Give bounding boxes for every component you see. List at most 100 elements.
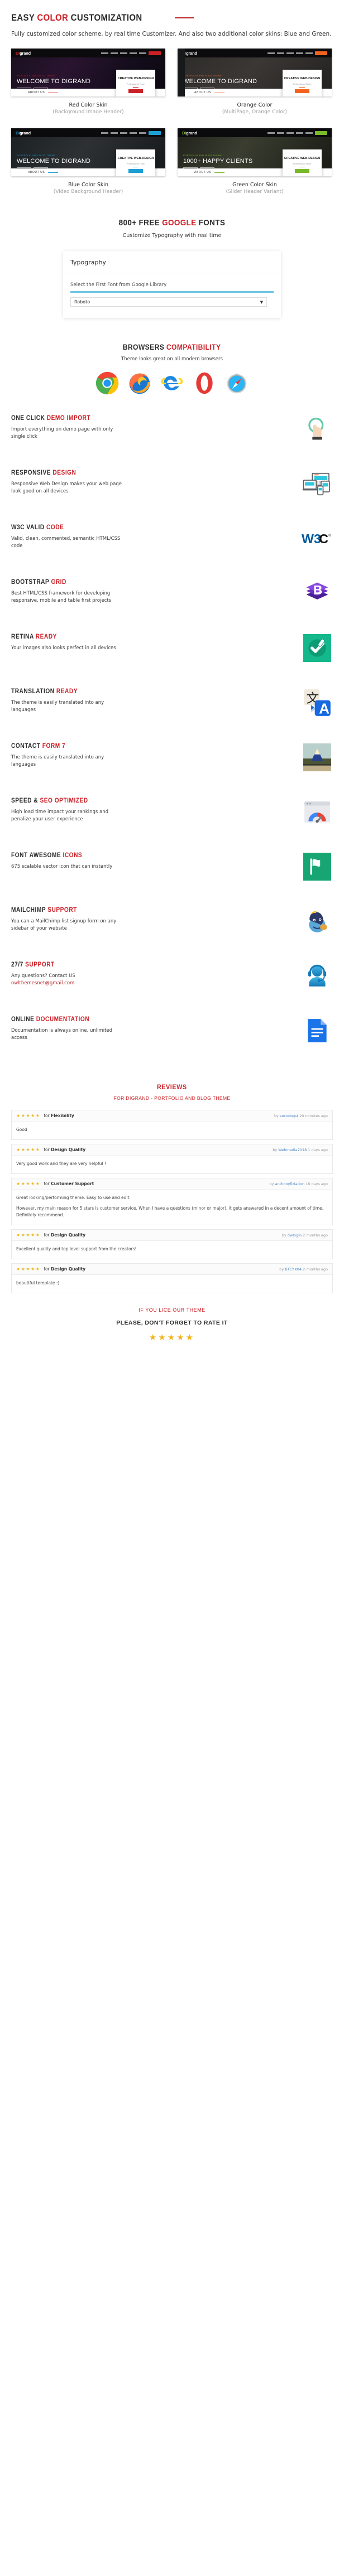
review-time: 16 days ago [305, 1181, 328, 1186]
feature-title-part-1: SPEED & [11, 798, 40, 805]
review-body: Very good work and they are very helpful… [12, 1156, 332, 1173]
section-heading: EASY COLOR CUSTOMIZATION [11, 12, 333, 23]
section-lead: Fully customized color scheme, by real t… [11, 31, 332, 37]
creative-card-title: CREATIVE WEB-DESIGN [284, 76, 321, 80]
fonts-title-part-1: 800+ FREE [118, 218, 163, 228]
about-us-rule [214, 92, 225, 94]
w3c-logo-icon: W3 C ® [302, 523, 333, 554]
hero-kicker: PORTFOLIO AND BLOG THEME [17, 74, 56, 77]
buy-now-button[interactable] [315, 51, 327, 55]
review-author-link[interactable]: BTCY.K04 [285, 1267, 302, 1272]
feature-description: 675 scalable vector icon that can instan… [11, 863, 123, 871]
nav-link [120, 52, 127, 54]
skin-preview-screenshot[interactable]: DIgrand PORTFOLIO AND BLOG THEME 1000+ H… [178, 128, 332, 177]
review-meta: by anthonyfiziation 16 days ago [270, 1182, 328, 1186]
review-header: ★★★★★ for Design Quality by BTCY.K04 2 m… [12, 1264, 332, 1275]
buy-now-button[interactable] [149, 51, 161, 55]
feature-title-accent: DESIGN [52, 470, 77, 477]
logo-word: grand [20, 50, 31, 56]
review-author-link[interactable]: Webmedia2018 [278, 1148, 307, 1152]
hero-title: WELCOME TO DIGRAND [17, 157, 91, 165]
review-paragraph: However, my main reason for 5 stars is c… [16, 1206, 324, 1218]
hero-kicker: PORTFOLIO AND BLOG THEME [183, 153, 222, 157]
feature-row: ONLINE DOCUMENTATION Documentation is al… [11, 1015, 333, 1048]
about-us-label: ABOUT US [194, 171, 212, 175]
nav-links [267, 131, 327, 135]
about-us-label: ABOUT US [28, 91, 45, 95]
skin-card[interactable]: DIgrand PORTFOLIO AND BLOG THEME WELCOME… [178, 49, 332, 115]
buy-now-button[interactable] [315, 131, 327, 135]
nav-link [286, 132, 294, 134]
creative-card-button[interactable] [128, 89, 143, 93]
feature-title-accent: SEO OPTIMIZED [40, 798, 88, 805]
review-topic: for Design Quality [44, 1267, 85, 1272]
firefox-icon [127, 371, 152, 398]
feature-text: SPEED & SEO OPTIMIZED High load time imp… [11, 796, 195, 823]
creative-card-button[interactable] [295, 89, 309, 93]
nav-link [267, 52, 275, 54]
feature-title-accent: DEMO IMPORT [46, 415, 91, 422]
buy-now-button[interactable] [149, 131, 161, 135]
feature-title: ONE CLICK DEMO IMPORT [11, 415, 173, 422]
skin-card[interactable]: DIgrand PORTFOLIO AND BLOG THEME 1000+ H… [178, 128, 332, 195]
preview-navbar: DIgrand [178, 128, 332, 138]
skin-caption: Red Color Skin (Background Image Header) [11, 102, 165, 115]
review-author-link[interactable]: socodogst [280, 1114, 298, 1118]
creative-card: CREATIVE WEB-DESIGN Professional Team [283, 70, 322, 97]
skin-card[interactable]: DIgrand PORTFOLIO AND BLOG THEME WELCOME… [11, 128, 165, 195]
feature-title-accent: SUPPORT [47, 907, 77, 914]
feature-row: TRANSLATION READY The theme is easily tr… [11, 687, 333, 721]
preview-navbar: DIgrand [11, 49, 165, 58]
skin-card[interactable]: DIgrand PORTFOLIO AND BLOG THEME WELCOME… [11, 49, 165, 115]
hero-title: WELCOME TO DIGRAND [183, 78, 257, 85]
support-email-link[interactable]: owlthemesnet@gmail.com [11, 980, 74, 986]
skin-card-grid: DIgrand PORTFOLIO AND BLOG THEME WELCOME… [11, 49, 333, 195]
creative-card-button[interactable] [295, 168, 309, 173]
feature-title-accent: GRID [51, 579, 66, 586]
review-paragraph: beautiful template :) [16, 1280, 60, 1286]
feature-description-text: Import everything on demo page with only… [11, 427, 113, 440]
feature-description: Your images also looks perfect in all de… [11, 645, 123, 652]
retina-check-icon [302, 632, 333, 664]
skin-preview-screenshot[interactable]: DIgrand PORTFOLIO AND BLOG THEME WELCOME… [11, 49, 165, 97]
feature-title-part-1: BOOTSTRAP [11, 579, 51, 586]
review-topic: for Customer Support [44, 1181, 94, 1186]
feature-title: W3C VALID CODE [11, 524, 173, 531]
bootstrap-logo-icon [302, 578, 333, 609]
skin-name: Orange Color [237, 102, 273, 109]
skin-preview-screenshot[interactable]: DIgrand PORTFOLIO AND BLOG THEME WELCOME… [178, 49, 332, 97]
hero-title: WELCOME TO DIGRAND [17, 78, 91, 85]
review-author-link[interactable]: dwlogin [288, 1233, 302, 1238]
feature-text: W3C VALID CODE Valid, clean, commented, … [11, 523, 195, 550]
typography-panel-body: Select the First Font from Google Librar… [63, 273, 281, 318]
review-item: ★★★★★ for Design Quality by BTCY.K04 2 m… [11, 1263, 333, 1294]
browsers-title-part-1: BROWSERS [123, 343, 167, 352]
logo-word: grand [20, 130, 31, 136]
nav-link [139, 52, 146, 54]
footer-star-rating[interactable]: ★★★★★ [11, 1332, 333, 1342]
feature-description: The theme is easily translated into any … [11, 699, 123, 714]
feature-row: RESPONSIVE DESIGN Responsive Web Design … [11, 468, 333, 502]
skin-variant: (Slider Header Variant) [226, 189, 284, 195]
typography-panel: Typography Select the First Font from Go… [63, 251, 281, 318]
creative-card-divider [133, 86, 138, 88]
one-click-demo-import-icon [302, 414, 333, 445]
review-by-word: by [273, 1147, 278, 1152]
feature-text: MAILCHIMP SUPPORT You can a MailChimp li… [11, 906, 195, 932]
review-for-word: for [44, 1267, 50, 1272]
feature-text: TRANSLATION READY The theme is easily tr… [11, 687, 195, 714]
creative-card-button[interactable] [128, 168, 143, 173]
review-author-link[interactable]: anthonyfiziation [275, 1182, 304, 1186]
feature-title: ONLINE DOCUMENTATION [11, 1016, 173, 1023]
title-part-1: EASY [11, 12, 37, 23]
nav-link [120, 132, 127, 134]
feature-title-accent: SUPPORT [25, 961, 55, 969]
google-fonts-section: 800+ FREE GOOGLE FONTS Customize Typogra… [0, 195, 344, 318]
feature-row: FONT AWESOME ICONS 675 scalable vector i… [11, 851, 333, 885]
review-header: ★★★★★ for Flexibility by socodogst 20 mi… [12, 1110, 332, 1122]
skin-preview-screenshot[interactable]: DIgrand PORTFOLIO AND BLOG THEME WELCOME… [11, 128, 165, 177]
font-family-select[interactable]: Roboto ▼ [70, 297, 267, 307]
svg-text:A: A [319, 700, 329, 717]
review-meta: by socodogst 20 minutes ago [274, 1114, 328, 1118]
review-paragraph: Good [16, 1127, 27, 1133]
